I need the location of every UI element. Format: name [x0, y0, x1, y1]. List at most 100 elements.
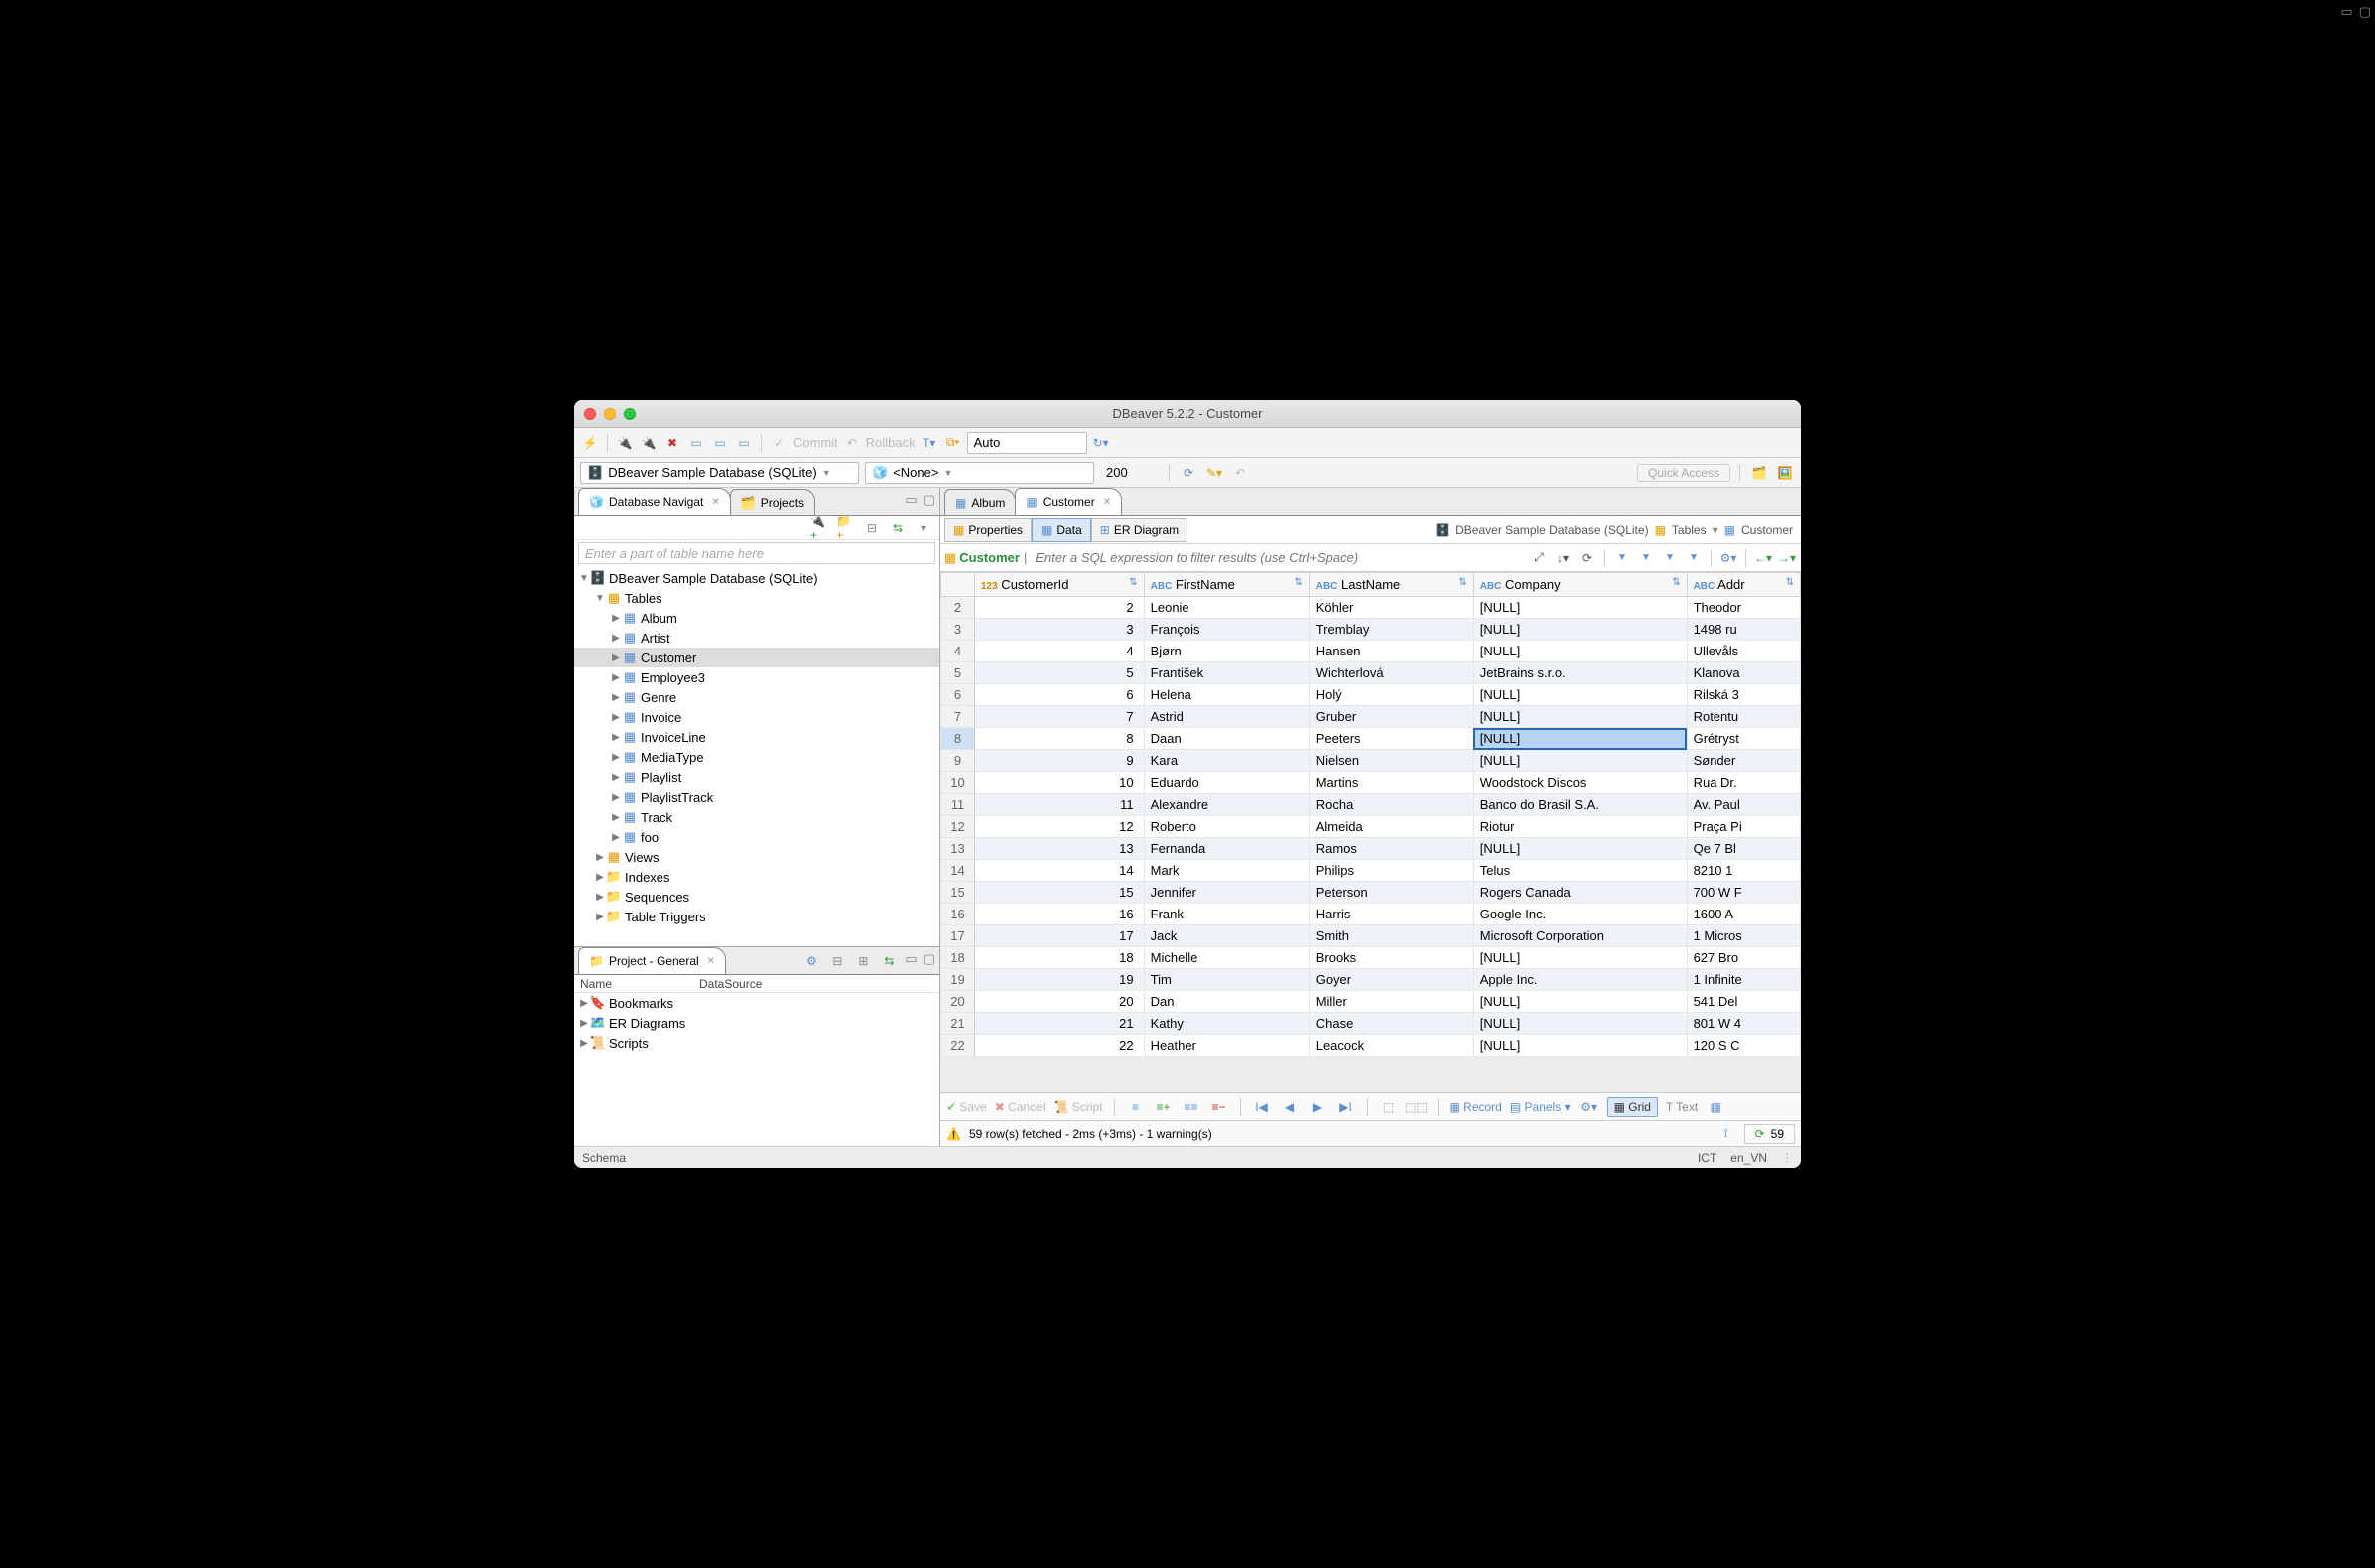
cell-addr[interactable]: Rilská 3 [1687, 684, 1800, 706]
config-icon[interactable]: ⚙▾ [1579, 1097, 1599, 1117]
grid-mode-button[interactable]: ▦ Grid [1607, 1097, 1658, 1117]
cell-company[interactable]: [NULL] [1473, 619, 1687, 641]
filter-3-icon[interactable]: ▼ [1660, 548, 1680, 568]
table-row[interactable]: 33FrançoisTremblay[NULL]1498 ru [941, 619, 1801, 641]
row-number[interactable]: 4 [941, 641, 975, 662]
back-icon[interactable]: ↶ [1230, 463, 1250, 483]
maximize-icon[interactable]: ▢ [924, 951, 935, 971]
project-item-er-diagrams[interactable]: ▶🗺️ER Diagrams [574, 1013, 939, 1033]
close-icon[interactable]: ✕ [711, 497, 719, 508]
panels-button[interactable]: ▤ Panels ▾ [1510, 1100, 1571, 1114]
cell-addr[interactable]: 627 Bro [1687, 947, 1800, 969]
tree-item-artist[interactable]: ▶▦Artist [574, 628, 939, 648]
table-row[interactable]: 22LeonieKöhler[NULL]Theodor [941, 597, 1801, 619]
row-number[interactable]: 13 [941, 838, 975, 860]
cell-firstname[interactable]: François [1144, 619, 1309, 641]
history-icon[interactable]: ↻▾ [1091, 433, 1111, 453]
fetch-all-icon[interactable]: ⬚⬚ [1407, 1097, 1427, 1117]
tx-log-icon[interactable]: ⧉▾ [943, 433, 963, 453]
dup-row-icon[interactable]: ≡≡ [1182, 1097, 1201, 1117]
fetch-size-input[interactable]: 200 [1100, 462, 1160, 484]
window-minimize-button[interactable] [604, 408, 616, 420]
datasource-combo[interactable]: 🗄️ DBeaver Sample Database (SQLite) ▼ [580, 462, 859, 484]
invalidate-icon[interactable]: ✖ [662, 433, 682, 453]
tree-item-tables[interactable]: ▼▦Tables [574, 588, 939, 608]
cell-lastname[interactable]: Miller [1309, 991, 1473, 1013]
table-row[interactable]: 88DaanPeeters[NULL]Grétryst [941, 728, 1801, 750]
twist-icon[interactable]: ▶ [610, 792, 622, 803]
row-number[interactable]: 17 [941, 925, 975, 947]
cell-company[interactable]: [NULL] [1473, 684, 1687, 706]
row-number[interactable]: 9 [941, 750, 975, 772]
nav-back-icon[interactable]: ←▾ [1753, 548, 1773, 568]
col-header-lastname[interactable]: ABC LastName⇅ [1309, 573, 1473, 597]
cell-addr[interactable]: Rotentu [1687, 706, 1800, 728]
cell-addr[interactable]: 8210 1 [1687, 860, 1800, 882]
row-number[interactable]: 21 [941, 1013, 975, 1035]
minimize-icon[interactable]: ▭ [905, 492, 917, 508]
row-number[interactable]: 20 [941, 991, 975, 1013]
col-name[interactable]: Name [574, 975, 693, 992]
del-row-icon[interactable]: ≡− [1209, 1097, 1229, 1117]
twist-icon[interactable]: ▶ [610, 692, 622, 703]
cell-lastname[interactable]: Leacock [1309, 1035, 1473, 1057]
twist-icon[interactable]: ▶ [610, 712, 622, 723]
tree-item-mediatype[interactable]: ▶▦MediaType [574, 747, 939, 767]
cell-company[interactable]: Riotur [1473, 816, 1687, 838]
cell-customerid[interactable]: 16 [975, 904, 1145, 925]
row-number[interactable]: 2 [941, 597, 975, 619]
cell-firstname[interactable]: Leonie [1144, 597, 1309, 619]
cell-firstname[interactable]: Kathy [1144, 1013, 1309, 1035]
cell-lastname[interactable]: Peeters [1309, 728, 1473, 750]
table-row[interactable]: 2222HeatherLeacock[NULL]120 S C [941, 1035, 1801, 1057]
cell-company[interactable]: Telus [1473, 860, 1687, 882]
tree-item-indexes[interactable]: ▶📁Indexes [574, 867, 939, 887]
row-number[interactable]: 7 [941, 706, 975, 728]
history-dd-icon[interactable]: ↓▾ [1553, 548, 1573, 568]
cell-customerid[interactable]: 20 [975, 991, 1145, 1013]
tree-item-track[interactable]: ▶▦Track [574, 807, 939, 827]
refresh-icon[interactable]: ⟳ [1755, 1127, 1765, 1141]
col-header-firstname[interactable]: ABC FirstName⇅ [1144, 573, 1309, 597]
navigator-search[interactable]: Enter a part of table name here [578, 542, 935, 564]
schema-combo[interactable]: 🧊 <None> ▼ [865, 462, 1094, 484]
cell-customerid[interactable]: 15 [975, 882, 1145, 904]
cell-firstname[interactable]: Fernanda [1144, 838, 1309, 860]
table-row[interactable]: 77AstridGruber[NULL]Rotentu [941, 706, 1801, 728]
row-number[interactable]: 15 [941, 882, 975, 904]
settings-dd-icon[interactable]: ⚙▾ [1718, 548, 1738, 568]
twist-icon[interactable]: ▶ [610, 812, 622, 823]
row-number[interactable]: 16 [941, 904, 975, 925]
cell-company[interactable]: Microsoft Corporation [1473, 925, 1687, 947]
script-button[interactable]: 📜 Script [1054, 1100, 1103, 1114]
cell-lastname[interactable]: Holý [1309, 684, 1473, 706]
table-row[interactable]: 1414MarkPhilipsTelus8210 1 [941, 860, 1801, 882]
cell-customerid[interactable]: 8 [975, 728, 1145, 750]
sort-icon[interactable]: ⇅ [1294, 577, 1302, 588]
connect-icon[interactable]: 🔌 [615, 433, 635, 453]
table-row[interactable]: 2020DanMiller[NULL]541 Del [941, 991, 1801, 1013]
fetch-icon[interactable]: ⬚ [1379, 1097, 1399, 1117]
navigator-tree[interactable]: ▼🗄️DBeaver Sample Database (SQLite)▼▦Tab… [574, 566, 939, 946]
cell-company[interactable]: [NULL] [1473, 641, 1687, 662]
cell-addr[interactable]: 801 W 4 [1687, 1013, 1800, 1035]
cell-addr[interactable]: 1 Infinite [1687, 969, 1800, 991]
cell-company[interactable]: Rogers Canada [1473, 882, 1687, 904]
cell-customerid[interactable]: 18 [975, 947, 1145, 969]
link-icon[interactable]: ⇆ [879, 951, 899, 971]
twist-icon[interactable]: ▼ [578, 573, 590, 584]
cell-firstname[interactable]: Helena [1144, 684, 1309, 706]
cell-lastname[interactable]: Martins [1309, 772, 1473, 794]
data-grid[interactable]: 123 CustomerId⇅ABC FirstName⇅ABC LastNam… [940, 572, 1801, 1092]
cell-company[interactable]: [NULL] [1473, 838, 1687, 860]
cell-customerid[interactable]: 10 [975, 772, 1145, 794]
cell-customerid[interactable]: 19 [975, 969, 1145, 991]
tree-item-foo[interactable]: ▶▦foo [574, 827, 939, 847]
tree-item-album[interactable]: ▶▦Album [574, 608, 939, 628]
export-icon[interactable]: ▦ [1706, 1097, 1725, 1117]
rollback-label[interactable]: Rollback [866, 435, 916, 450]
new-folder-icon[interactable]: 📁+ [836, 518, 856, 538]
cell-addr[interactable]: 541 Del [1687, 991, 1800, 1013]
tree-item-customer[interactable]: ▶▦Customer [574, 648, 939, 667]
row-number[interactable]: 10 [941, 772, 975, 794]
